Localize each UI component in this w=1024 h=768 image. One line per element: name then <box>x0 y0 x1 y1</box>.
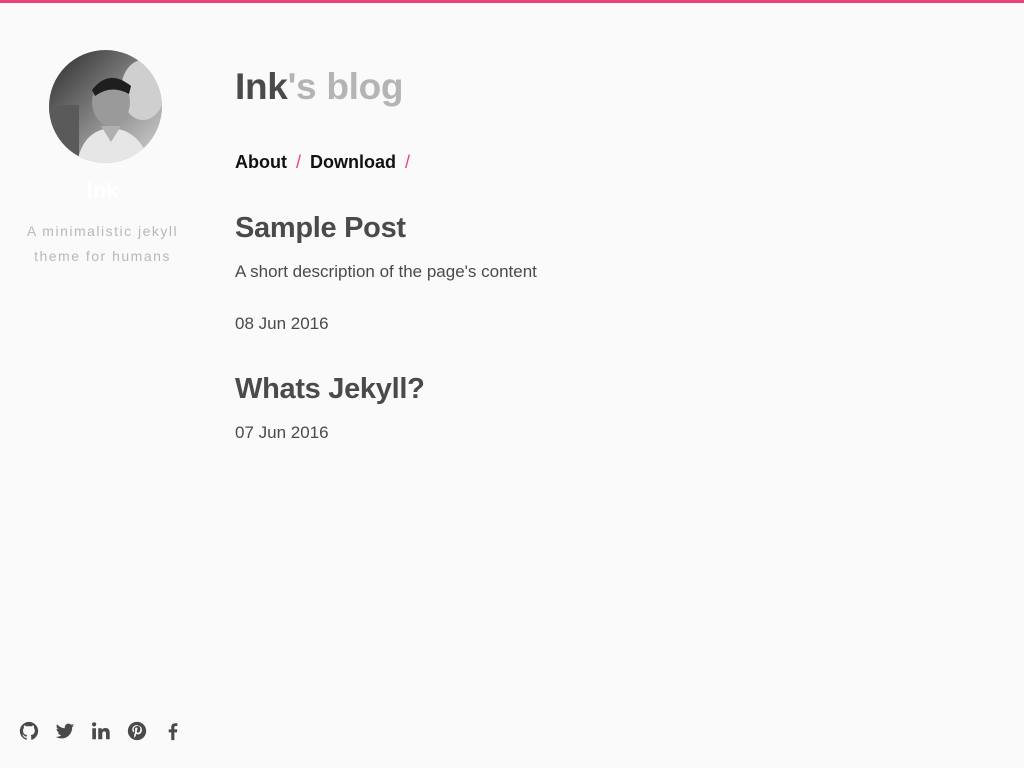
avatar-photo <box>49 50 162 163</box>
author-description: A minimalistic jekyll theme for humans <box>26 223 179 264</box>
post-description: A short description of the page's conten… <box>235 262 537 281</box>
blog-title[interactable]: Ink's blog <box>235 66 404 108</box>
nav-link-download[interactable]: Download <box>310 152 396 172</box>
twitter-icon[interactable] <box>54 720 90 744</box>
sidebar: Ink A minimalistic jekyll theme for huma… <box>0 0 205 768</box>
facebook-icon[interactable] <box>162 720 198 744</box>
post-title-link[interactable]: Sample Post <box>235 212 406 245</box>
author-name: Ink <box>86 178 119 203</box>
blog-title-suffix: 's blog <box>287 66 404 107</box>
nav-separator: / <box>405 152 411 172</box>
post-date: 07 Jun 2016 <box>235 423 329 442</box>
pinterest-icon[interactable] <box>126 720 162 744</box>
main-nav: About / Download / <box>235 152 419 173</box>
blog-title-name: Ink <box>235 66 288 107</box>
avatar <box>49 50 162 163</box>
nav-separator: / <box>295 152 301 172</box>
github-icon[interactable] <box>18 720 54 744</box>
linkedin-icon[interactable] <box>90 720 126 744</box>
post-title-link[interactable]: Whats Jekyll? <box>235 373 425 406</box>
nav-link-about[interactable]: About <box>235 152 287 172</box>
social-links <box>18 720 198 744</box>
post-date: 08 Jun 2016 <box>235 314 329 333</box>
